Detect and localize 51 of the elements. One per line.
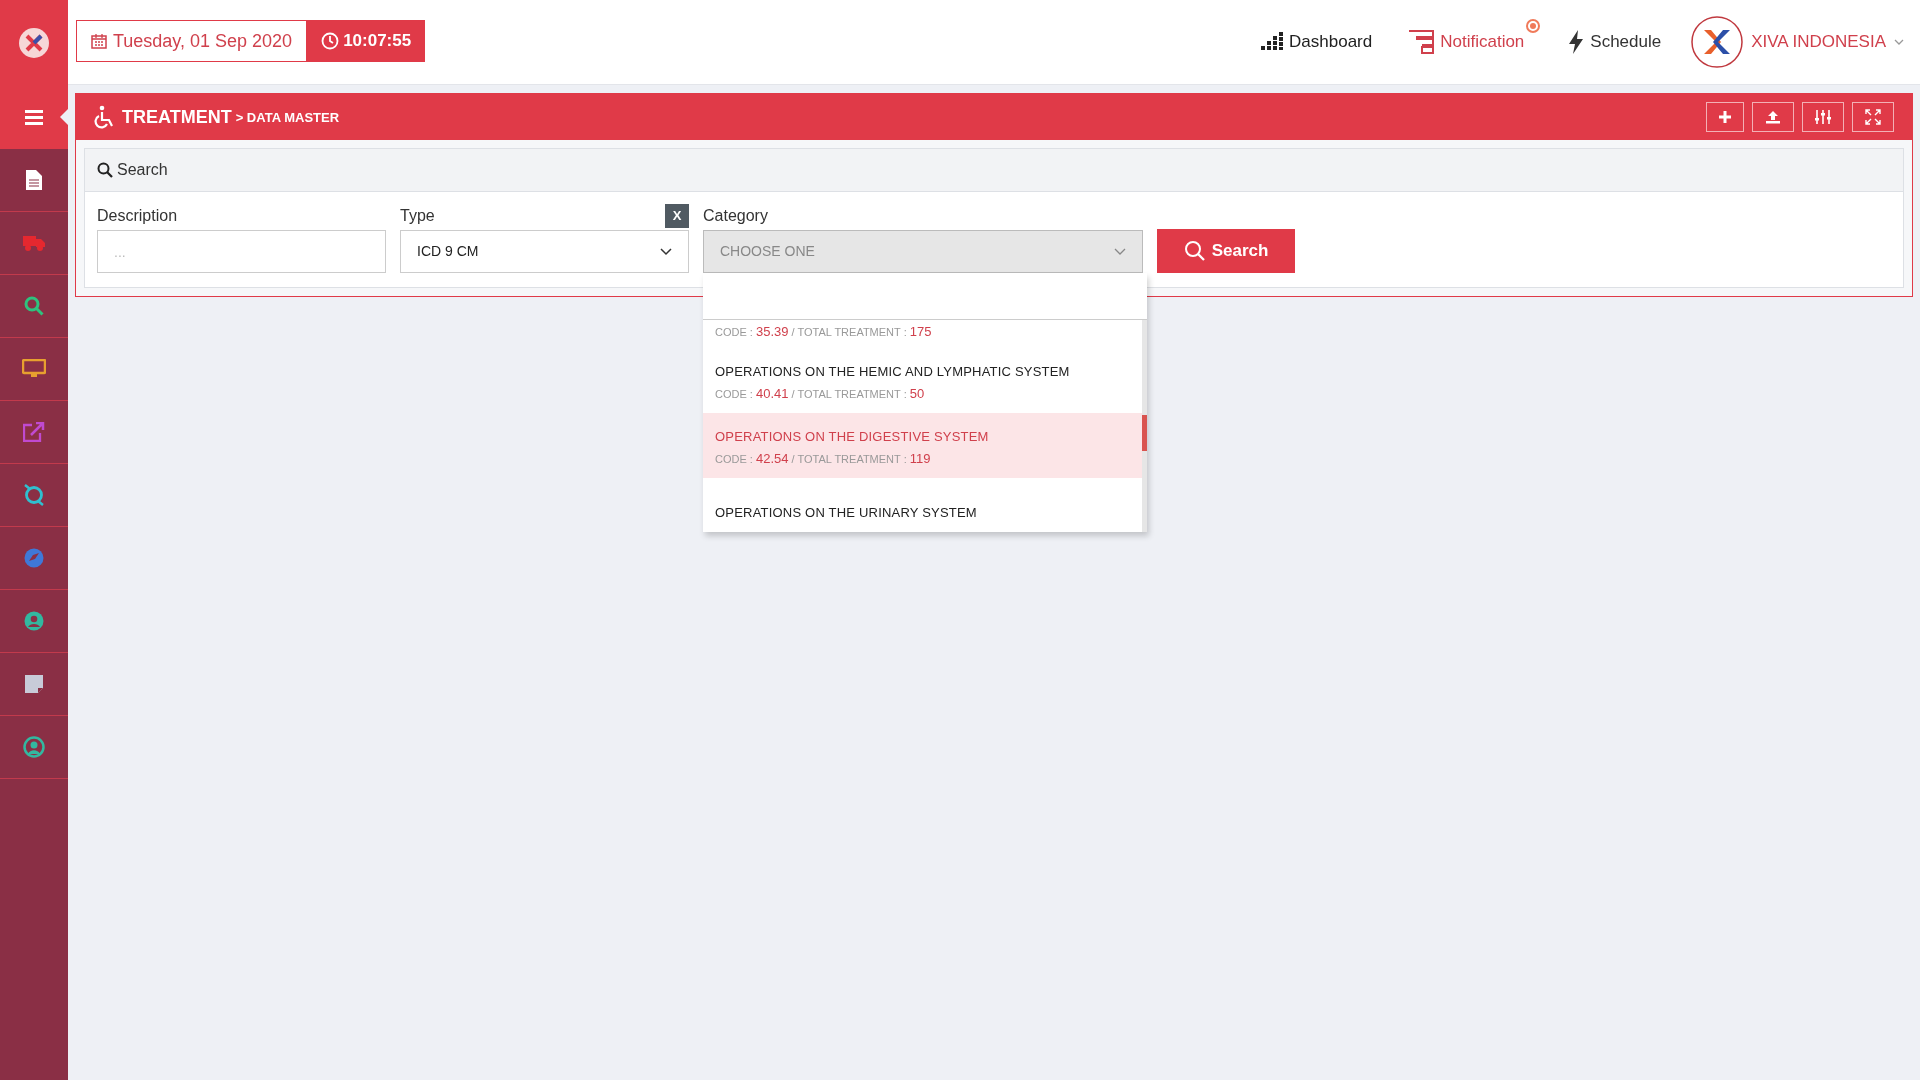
stack-icon xyxy=(1408,30,1435,54)
ring-icon xyxy=(23,484,45,506)
note-icon xyxy=(25,675,43,693)
chevron-down-icon xyxy=(1894,39,1904,45)
truck-icon xyxy=(23,234,45,252)
dropdown-option[interactable]: OPERATIONS ON THE URINARY SYSTEM xyxy=(703,478,1142,532)
filter-button[interactable] xyxy=(1802,102,1844,132)
sliders-icon xyxy=(1814,109,1832,125)
lightning-icon xyxy=(1568,30,1585,54)
external-link-icon xyxy=(23,422,45,442)
upload-icon xyxy=(1765,110,1781,124)
panel-title: Search xyxy=(117,160,168,180)
breadcrumb: > DATA MASTER xyxy=(235,109,340,128)
chevron-down-icon xyxy=(1114,247,1126,256)
menu-icon xyxy=(25,109,43,125)
user-icon xyxy=(24,611,44,631)
scrollbar-thumb[interactable] xyxy=(1142,415,1147,451)
clear-button[interactable]: X xyxy=(665,204,689,228)
monitor-icon xyxy=(22,359,46,379)
field-label: Category xyxy=(703,206,769,226)
field-label: Type xyxy=(400,206,435,226)
user-circle-icon xyxy=(23,736,45,758)
bar-chart-icon xyxy=(1261,32,1284,52)
logo-icon[interactable] xyxy=(18,26,50,59)
dropdown-option[interactable]: OPERATIONS ON THE DIGESTIVE SYSTEM CODE : 42.54 / TOTAL TREATMENT : 119 xyxy=(703,413,1142,478)
clock-icon xyxy=(321,32,340,50)
search-icon xyxy=(1183,240,1206,262)
field-label: Description xyxy=(97,206,179,226)
page-title: TREATMENT xyxy=(122,105,232,129)
wheelchair-icon xyxy=(94,105,116,129)
nav-link[interactable]: Notification xyxy=(1408,29,1525,55)
search-icon xyxy=(97,162,113,178)
compass-icon xyxy=(24,548,44,568)
date-text: Tuesday, 01 Sep 2020 xyxy=(113,29,293,53)
nav-link[interactable]: Dashboard xyxy=(1261,29,1373,55)
nav-link[interactable]: Schedule xyxy=(1568,29,1662,55)
type-select[interactable]: ICD 9 CM xyxy=(400,230,689,273)
chevron-down-icon xyxy=(660,247,672,256)
fullscreen-button[interactable] xyxy=(1852,102,1894,132)
expand-icon xyxy=(1865,109,1881,125)
add-button[interactable] xyxy=(1706,102,1744,132)
company-logo-icon xyxy=(1691,16,1744,68)
plus-icon xyxy=(1718,110,1732,124)
user-menu[interactable]: XIVA INDONESIA xyxy=(1691,16,1904,68)
search-icon xyxy=(24,296,44,316)
document-icon xyxy=(26,170,42,190)
calendar-icon xyxy=(91,33,107,49)
description-input[interactable]: ... xyxy=(97,230,386,273)
clock-display: 10:07:55 xyxy=(307,20,426,62)
upload-button[interactable] xyxy=(1752,102,1794,132)
search-button[interactable]: Search xyxy=(1157,229,1295,273)
